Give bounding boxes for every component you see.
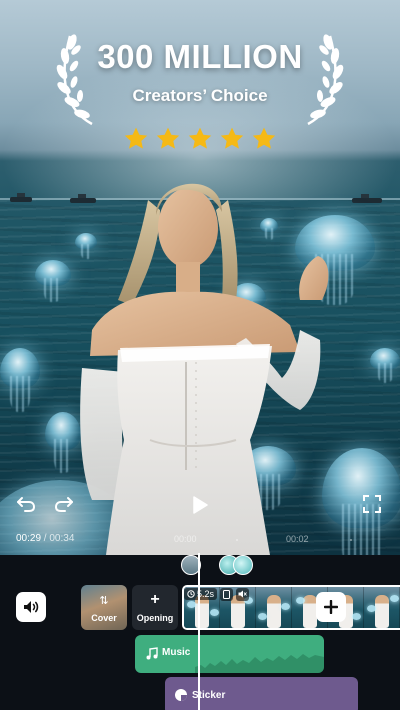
sticker-icon <box>175 689 187 701</box>
playback-time: 00:29 / 00:34 <box>16 533 74 544</box>
redo-button[interactable] <box>50 492 78 516</box>
music-note-icon <box>146 647 158 660</box>
star-icon <box>188 127 212 149</box>
clip-duration-badge: 5.2s <box>184 588 218 600</box>
star-icon <box>156 127 180 149</box>
transition-chip[interactable] <box>233 555 253 575</box>
mute-clip-audio-button[interactable] <box>16 592 46 622</box>
clip-badges: 5.2s <box>184 587 250 601</box>
plus-icon <box>324 600 338 614</box>
ruler-tick <box>350 539 352 541</box>
volume-icon <box>24 601 39 613</box>
cover-thumbnail <box>81 585 127 630</box>
redo-icon <box>54 497 73 512</box>
cover-swap-icon: ⇅ <box>99 595 109 607</box>
award-subtitle: Creators’ Choice <box>132 86 268 105</box>
music-track[interactable]: Music <box>135 635 324 673</box>
sticker-track[interactable]: Sticker <box>165 677 358 710</box>
cover-button[interactable]: ⇅ Cover <box>81 585 127 630</box>
music-label: Music <box>162 647 191 658</box>
play-button[interactable] <box>186 492 214 518</box>
undo-icon <box>17 497 36 512</box>
cover-label: Cover <box>91 613 117 623</box>
audio-waveform <box>195 654 324 673</box>
total-time: 00:34 <box>49 533 75 544</box>
award-banner: 300 MILLION Creators’ Choice <box>0 22 400 106</box>
undo-button[interactable] <box>12 492 40 516</box>
clip-mute-icon <box>236 587 250 601</box>
plus-icon: + <box>150 591 160 608</box>
rating-stars <box>0 126 400 157</box>
ruler-tick <box>236 539 238 541</box>
clip-frame <box>256 587 292 628</box>
star-icon <box>220 127 244 149</box>
sticker-label: Sticker <box>192 690 226 701</box>
ruler-mark: 00:00 <box>174 534 197 544</box>
video-preview[interactable]: 300 MILLION Creators’ Choice <box>0 0 400 555</box>
ruler-mark: 00:02 <box>286 534 309 544</box>
opening-label: Opening <box>136 613 174 623</box>
star-icon <box>252 127 276 149</box>
add-clip-button[interactable] <box>316 592 346 622</box>
fullscreen-button[interactable] <box>358 492 386 516</box>
opening-button[interactable]: + Opening <box>132 585 178 630</box>
star-icon <box>124 127 148 149</box>
current-time: 00:29 <box>16 533 42 544</box>
clock-icon <box>187 590 195 598</box>
clip-frame <box>364 587 400 628</box>
play-icon <box>193 496 208 514</box>
award-headline: 300 MILLION <box>97 38 303 75</box>
fullscreen-icon <box>363 495 381 513</box>
playhead[interactable] <box>198 553 200 710</box>
clip-ratio-icon <box>220 587 234 601</box>
